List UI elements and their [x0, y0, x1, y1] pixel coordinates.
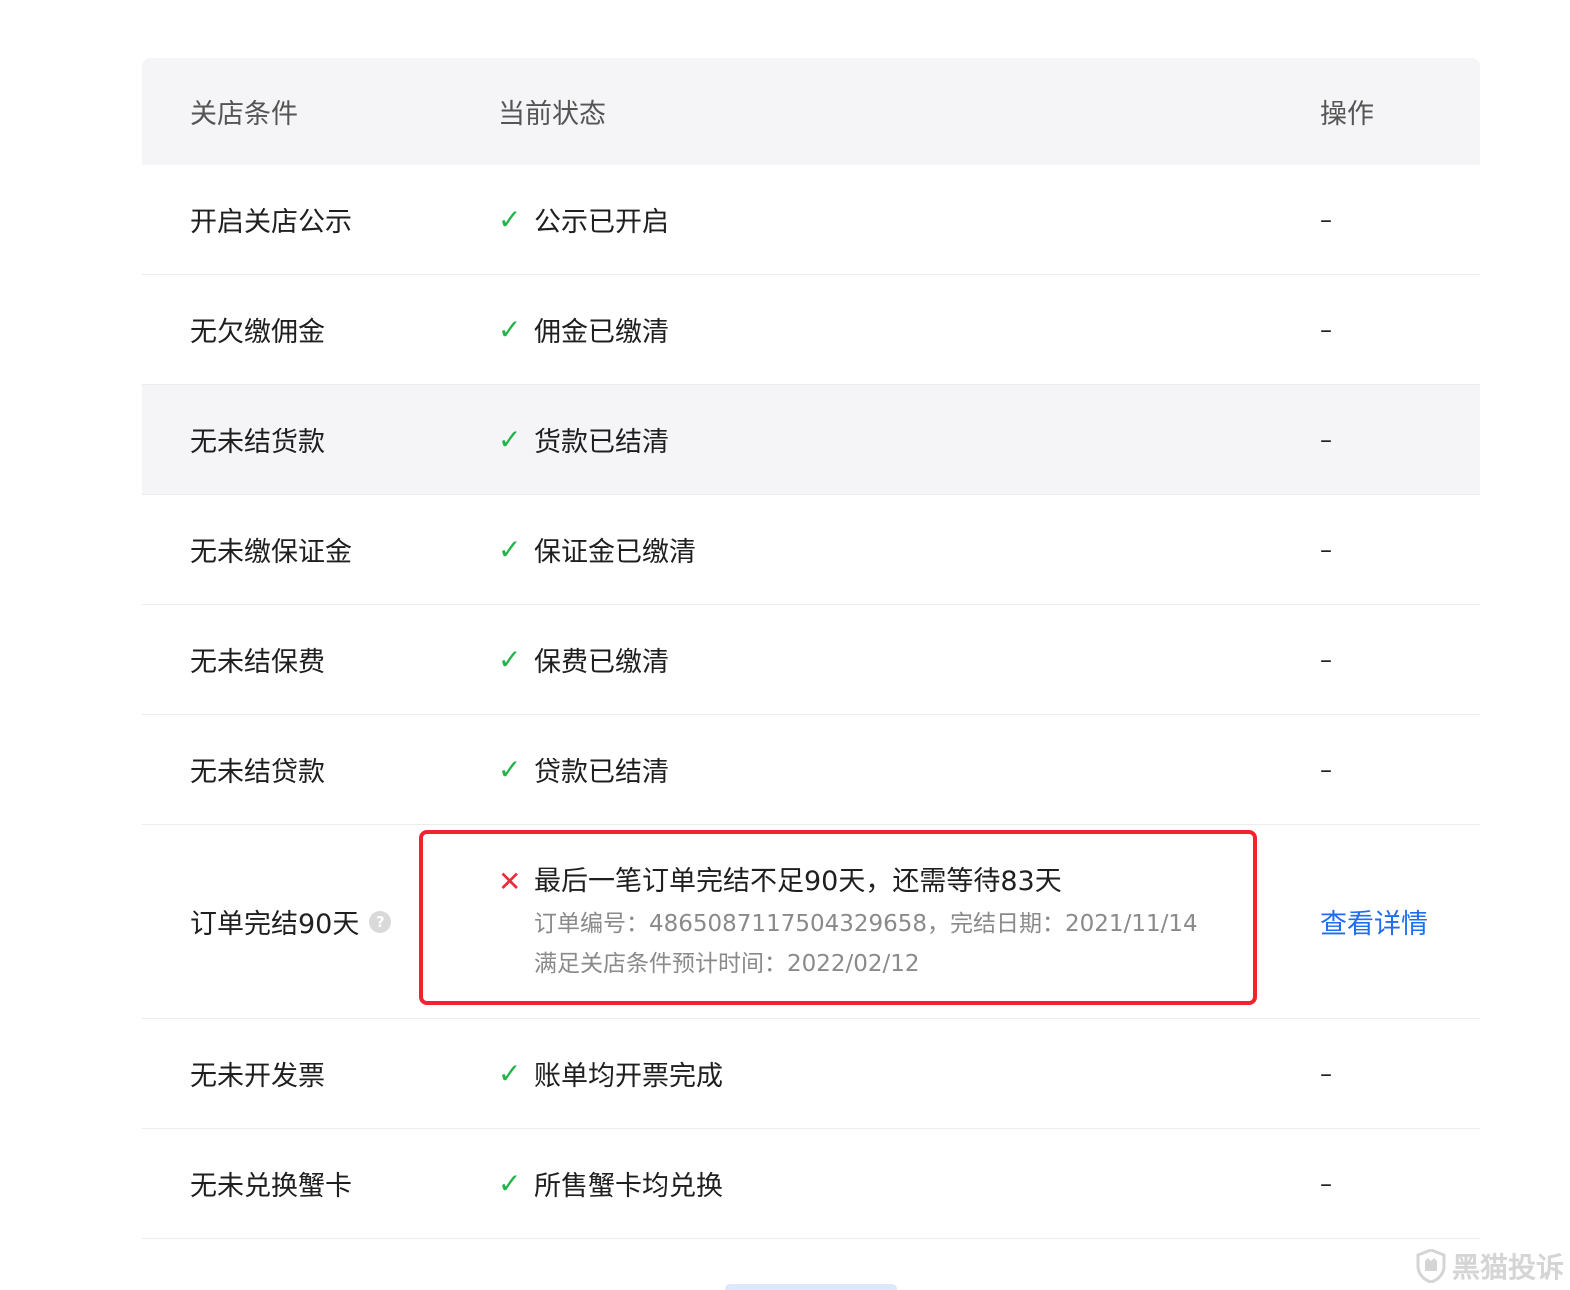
condition-cell: 无欠缴佣金	[190, 317, 325, 348]
table-row: 无未结贷款 ✓ 贷款已结清 –	[142, 715, 1480, 825]
close-store-conditions-page: 关店条件 当前状态 操作 开启关店公示 ✓ 公示已开启 – 无欠缴佣金 ✓ 佣金…	[0, 0, 1570, 1290]
action-cell: –	[1320, 645, 1332, 674]
watermark: 黑猫投诉	[1416, 1246, 1564, 1286]
table-row: 无未兑换蟹卡 ✓ 所售蟹卡均兑换 –	[142, 1129, 1480, 1239]
status-cell: ✓ 所售蟹卡均兑换	[498, 1164, 1320, 1203]
status-cell: ✓ 保费已缴清	[498, 640, 1320, 679]
check-icon: ✓	[498, 1167, 522, 1200]
condition-cell: 无未结货款	[190, 427, 325, 458]
status-text: 佣金已缴清	[534, 317, 669, 348]
condition-text: 订单完结90天	[190, 909, 360, 940]
table-row: 无欠缴佣金 ✓ 佣金已缴清 –	[142, 275, 1480, 385]
condition-cell: 无未结保费	[190, 647, 325, 678]
check-icon: ✓	[498, 313, 522, 346]
condition-cell: 无未缴保证金	[190, 537, 352, 568]
view-details-link[interactable]: 查看详情	[1320, 909, 1428, 940]
header-action: 操作	[1320, 99, 1374, 130]
table-header: 关店条件 当前状态 操作	[142, 58, 1480, 165]
status-text: 贷款已结清	[534, 757, 669, 788]
status-cell: ✓ 公示已开启	[498, 200, 1320, 239]
action-cell: –	[1320, 755, 1332, 784]
status-cell: ✓ 保证金已缴清	[498, 530, 1320, 569]
action-cell: –	[1320, 1059, 1332, 1088]
status-text: 保费已缴清	[534, 647, 669, 678]
action-cell: –	[1320, 535, 1332, 564]
bottom-button-partial[interactable]	[725, 1284, 897, 1290]
condition-cell: 开启关店公示	[190, 207, 352, 238]
table-row: 开启关店公示 ✓ 公示已开启 –	[142, 165, 1480, 275]
condition-cell: 无未开发票	[190, 1061, 325, 1092]
status-cell: ✓ 货款已结清	[498, 420, 1320, 459]
header-condition: 关店条件	[190, 99, 298, 130]
shield-cat-icon	[1416, 1249, 1446, 1283]
status-line: ✕ 最后一笔订单完结不足90天，还需等待83天	[498, 860, 1320, 904]
watermark-text: 黑猫投诉	[1451, 1251, 1564, 1284]
status-cell: ✕ 最后一笔订单完结不足90天，还需等待83天 订单编号：48650871175…	[498, 860, 1320, 984]
status-text: 最后一笔订单完结不足90天，还需等待83天	[534, 865, 1062, 897]
action-cell: 查看详情	[1320, 902, 1480, 941]
clipped-top-text	[500, 0, 1120, 6]
status-text: 保证金已缴清	[534, 537, 696, 568]
cross-icon: ✕	[498, 864, 522, 898]
table-row: 无未开发票 ✓ 账单均开票完成 –	[142, 1019, 1480, 1129]
status-text: 货款已结清	[534, 427, 669, 458]
status-cell: ✓ 佣金已缴清	[498, 310, 1320, 349]
table-row-order-completion: 订单完结90天 ? ✕ 最后一笔订单完结不足90天，还需等待83天 订单编号：4…	[142, 825, 1480, 1019]
check-icon: ✓	[498, 1057, 522, 1090]
table-row: 无未结货款 ✓ 货款已结清 –	[142, 385, 1480, 495]
conditions-table: 关店条件 当前状态 操作 开启关店公示 ✓ 公示已开启 – 无欠缴佣金 ✓ 佣金…	[142, 58, 1480, 1239]
help-icon[interactable]: ?	[369, 910, 392, 933]
check-icon: ✓	[498, 203, 522, 236]
action-cell: –	[1320, 315, 1332, 344]
action-cell: –	[1320, 1169, 1332, 1198]
header-status: 当前状态	[498, 99, 606, 130]
condition-cell: 订单完结90天 ?	[142, 902, 498, 941]
check-icon: ✓	[498, 753, 522, 786]
status-cell: ✓ 贷款已结清	[498, 750, 1320, 789]
table-row: 无未结保费 ✓ 保费已缴清 –	[142, 605, 1480, 715]
status-text: 所售蟹卡均兑换	[534, 1171, 723, 1202]
condition-cell: 无未兑换蟹卡	[190, 1171, 352, 1202]
condition-cell: 无未结贷款	[190, 757, 325, 788]
expected-time-text: 满足关店条件预计时间：2022/02/12	[534, 950, 920, 977]
action-cell: –	[1320, 205, 1332, 234]
check-icon: ✓	[498, 643, 522, 676]
status-text: 公示已开启	[534, 207, 669, 238]
order-detail-text: 订单编号：4865087117504329658，完结日期：2021/11/14	[534, 910, 1198, 937]
action-cell: –	[1320, 425, 1332, 454]
status-cell: ✓ 账单均开票完成	[498, 1054, 1320, 1093]
check-icon: ✓	[498, 423, 522, 456]
table-row: 无未缴保证金 ✓ 保证金已缴清 –	[142, 495, 1480, 605]
status-text: 账单均开票完成	[534, 1061, 723, 1092]
check-icon: ✓	[498, 533, 522, 566]
